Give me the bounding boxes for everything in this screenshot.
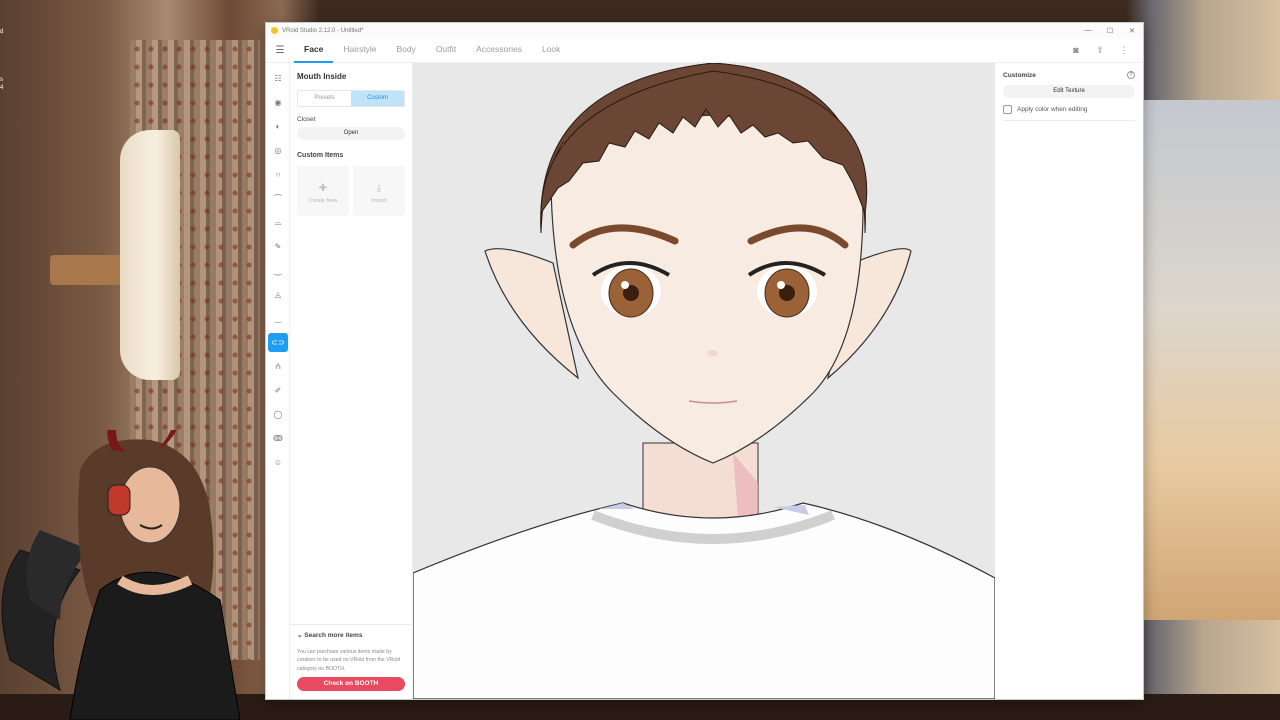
search-more-description: You can purchase various items made by c… xyxy=(297,648,401,672)
room-window xyxy=(1140,100,1280,620)
desktop-icon-label: 4 xyxy=(0,85,4,91)
search-more-section: ⌄ Search more items You can purchase var… xyxy=(290,623,412,700)
camera-icon[interactable]: ◙ xyxy=(1065,45,1087,56)
customize-title: Customize xyxy=(1003,71,1036,79)
teeth-icon[interactable]: ⵄ xyxy=(268,357,288,376)
hamburger-icon[interactable]: ☰ xyxy=(266,45,294,56)
mouth-icon[interactable]: ‿ xyxy=(268,309,288,328)
mouth-inside-icon[interactable]: ⊂⊃ xyxy=(268,333,288,352)
check-on-booth-button[interactable]: Check on BOOTH xyxy=(297,677,405,691)
window-title: VRoid Studio 2.12.0 - Untitled* xyxy=(282,27,364,34)
download-icon: ⤓ xyxy=(376,183,382,194)
tab-face[interactable]: Face xyxy=(294,38,334,63)
character-model xyxy=(413,63,995,699)
desktop-icon-label: s xyxy=(0,77,3,83)
divider xyxy=(1003,120,1135,121)
workspace: ☷ ◉ ◐ ◎ ○ ⌒ ⌓ ✎ ⏝ ◬ ‿ ⊂⊃ ⵄ ✐ ◯ ↂ ☺ Mouth… xyxy=(266,63,1143,699)
vroid-studio-window: VRoid Studio 2.12.0 - Untitled* — ☐ ✕ ☰ … xyxy=(266,23,1143,699)
custom-items-label: Custom Items xyxy=(297,152,344,159)
lamp-shade xyxy=(120,130,180,380)
eye-icon[interactable]: ◉ xyxy=(268,93,288,112)
ear-icon[interactable]: ◐ xyxy=(268,117,288,136)
desktop-icon-labels: d s 4 xyxy=(0,28,3,92)
apply-color-checkbox[interactable] xyxy=(1003,105,1012,114)
makeup-icon[interactable]: ✐ xyxy=(268,381,288,400)
face-shape-icon[interactable]: ○ xyxy=(268,165,288,184)
eye-line-icon[interactable]: ◎ xyxy=(268,141,288,160)
panel-title: Mouth Inside xyxy=(297,72,347,81)
menu-bar: ☰ Face Hairstyle Body Outfit Accessories… xyxy=(266,38,1143,63)
tab-presets[interactable]: Presets xyxy=(298,91,351,106)
customize-header: Customize ? xyxy=(1003,71,1135,79)
streamer-avatar xyxy=(1,430,241,720)
tab-outfit[interactable]: Outfit xyxy=(426,38,466,63)
tab-accessories[interactable]: Accessories xyxy=(466,38,532,63)
title-bar: VRoid Studio 2.12.0 - Untitled* — ☐ ✕ xyxy=(266,23,1143,38)
tab-hairstyle[interactable]: Hairstyle xyxy=(333,38,386,63)
plus-icon: ✚ xyxy=(318,183,328,194)
apply-color-label: Apply color when editing xyxy=(1017,106,1088,113)
create-new-button[interactable]: ✚ Create New xyxy=(297,166,349,216)
close-button[interactable]: ✕ xyxy=(1121,27,1143,35)
edit-texture-button[interactable]: Edit Texture xyxy=(1003,85,1135,98)
apply-color-option[interactable]: Apply color when editing xyxy=(1003,105,1135,114)
search-more-title: Search more items xyxy=(304,631,363,639)
tab-look[interactable]: Look xyxy=(532,38,570,63)
custom-items-grid: ✚ Create New ⤓ Import xyxy=(297,166,405,216)
lamp-arm xyxy=(50,255,130,285)
import-label: Import xyxy=(371,198,387,204)
face-preset-icon[interactable]: ☷ xyxy=(268,69,288,88)
search-more-toggle[interactable]: ⌄ Search more items xyxy=(297,631,405,639)
maximize-button[interactable]: ☐ xyxy=(1099,27,1121,35)
app-logo-icon xyxy=(271,27,278,34)
preset-custom-toggle: Presets Custom xyxy=(297,90,405,107)
desktop-icon-label: d xyxy=(0,29,4,35)
export-icon[interactable]: ⇪ xyxy=(1089,45,1111,56)
eyebrow-icon[interactable]: ⌒ xyxy=(268,189,288,208)
category-sidebar: ☷ ◉ ◐ ◎ ○ ⌒ ⌓ ✎ ⏝ ◬ ‿ ⊂⊃ ⵄ ✐ ◯ ↂ ☺ xyxy=(266,63,290,699)
eyelid-icon[interactable]: ⏝ xyxy=(268,261,288,280)
eyelash-icon[interactable]: ⌓ xyxy=(268,213,288,232)
toolbar-icons: ◙ ⇪ ⋮ xyxy=(1065,45,1143,56)
circle-icon[interactable]: ◯ xyxy=(268,405,288,424)
help-icon[interactable]: ? xyxy=(1127,71,1135,79)
cheek-icon[interactable]: ↂ xyxy=(268,429,288,448)
face-overlay-icon[interactable]: ☺ xyxy=(268,453,288,472)
tab-custom[interactable]: Custom xyxy=(351,91,404,106)
pencil-icon[interactable]: ✎ xyxy=(268,237,288,256)
import-button[interactable]: ⤓ Import xyxy=(353,166,405,216)
right-panel: Customize ? Edit Texture Apply color whe… xyxy=(995,63,1143,699)
tab-body[interactable]: Body xyxy=(386,38,425,63)
more-icon[interactable]: ⋮ xyxy=(1113,45,1135,56)
minimize-button[interactable]: — xyxy=(1077,27,1099,35)
model-viewport[interactable] xyxy=(413,63,995,699)
closet-label: Closet xyxy=(297,116,316,123)
open-closet-button[interactable]: Open xyxy=(297,127,405,140)
create-new-label: Create New xyxy=(308,198,338,204)
chevron-down-icon: ⌄ xyxy=(297,631,303,639)
nose-icon[interactable]: ◬ xyxy=(268,285,288,304)
left-panel: Mouth Inside Presets Custom Closet Open … xyxy=(290,63,413,699)
window-controls: — ☐ ✕ xyxy=(1077,27,1143,35)
